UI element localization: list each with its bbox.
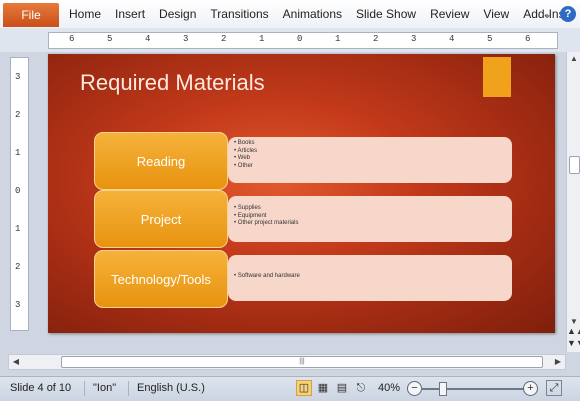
slide-show-icon[interactable]: ⎋ — [353, 380, 369, 396]
category-box-reading[interactable]: Reading — [94, 132, 228, 190]
ruler-number: 2 — [373, 34, 379, 44]
bullet-item: Other project materials — [234, 220, 299, 228]
bullet-panel[interactable]: Supplies Equipment Other project materia… — [228, 196, 512, 242]
slide-canvas[interactable]: Required Materials Books Articles Web Ot… — [48, 54, 555, 333]
tab-transitions[interactable]: Transitions — [203, 0, 275, 28]
ruler-number: 4 — [145, 34, 151, 44]
ruler-number: 5 — [107, 34, 113, 44]
chevron-down-icon[interactable]: ⌄ — [542, 7, 552, 21]
horizontal-ruler-area: 6 5 4 3 2 1 0 1 2 3 4 5 6 — [0, 28, 580, 52]
horizontal-ruler: 6 5 4 3 2 1 0 1 2 3 4 5 6 — [48, 32, 558, 49]
ruler-number: 1 — [335, 34, 341, 44]
zoom-slider-thumb[interactable] — [439, 382, 447, 396]
bullet-list: Supplies Equipment Other project materia… — [234, 205, 299, 228]
bullet-panel[interactable]: Books Articles Web Other — [228, 137, 512, 183]
language-indicator[interactable]: English (U.S.) — [137, 382, 205, 394]
slide-title[interactable]: Required Materials — [80, 70, 265, 96]
bullet-item: Articles — [234, 148, 257, 156]
scroll-right-icon[interactable]: ▶ — [551, 355, 565, 369]
slide-sorter-icon[interactable]: ▦ — [315, 380, 331, 396]
tab-design[interactable]: Design — [152, 0, 203, 28]
ruler-number: 2 — [15, 262, 21, 272]
horizontal-scrollbar[interactable]: ◀ ||| ▶ — [8, 354, 566, 370]
ruler-number: 5 — [487, 34, 493, 44]
fit-to-window-icon[interactable]: ⤢ — [546, 380, 562, 396]
bullet-item: Books — [234, 140, 257, 148]
scroll-up-icon[interactable]: ▲ — [567, 52, 580, 66]
tab-view[interactable]: View — [476, 0, 516, 28]
file-tab[interactable]: File — [3, 3, 59, 27]
category-box-technology[interactable]: Technology/Tools — [94, 250, 228, 308]
ruler-number: 3 — [15, 300, 21, 310]
status-bar: Slide 4 of 10 "Ion" English (U.S.) ◫ ▦ ▤… — [0, 376, 580, 401]
tab-insert[interactable]: Insert — [108, 0, 152, 28]
previous-slide-icon[interactable]: ▲▲ — [567, 326, 580, 336]
bullet-panel[interactable]: Software and hardware — [228, 255, 512, 301]
tab-home[interactable]: Home — [62, 0, 108, 28]
bullet-item: Other — [234, 163, 257, 171]
divider — [128, 381, 129, 396]
zoom-slider-track[interactable] — [421, 388, 525, 390]
normal-view-icon[interactable]: ◫ — [296, 380, 312, 396]
bullet-item: Software and hardware — [234, 273, 300, 281]
scroll-left-icon[interactable]: ◀ — [9, 355, 23, 369]
zoom-in-icon[interactable]: + — [523, 381, 538, 396]
ruler-number: 0 — [297, 34, 303, 44]
category-box-project[interactable]: Project — [94, 190, 228, 248]
scroll-thumb[interactable]: ||| — [61, 356, 543, 368]
ribbon-tabs: Home Insert Design Transitions Animation… — [62, 0, 572, 28]
zoom-level[interactable]: 40% — [378, 382, 400, 394]
slide-editing-area: Required Materials Books Articles Web Ot… — [30, 52, 566, 352]
ruler-number: 6 — [525, 34, 531, 44]
bullet-list: Software and hardware — [234, 273, 300, 281]
reading-view-icon[interactable]: ▤ — [334, 380, 350, 396]
zoom-out-icon[interactable]: − — [407, 381, 422, 396]
divider — [84, 381, 85, 396]
ruler-number: 3 — [15, 72, 21, 82]
ruler-number: 6 — [69, 34, 75, 44]
vertical-scrollbar[interactable]: ▲ ▼ ▲▲ ▼▼ — [566, 52, 580, 352]
ruler-number: 2 — [221, 34, 227, 44]
tab-slide-show[interactable]: Slide Show — [349, 0, 423, 28]
bullet-item: Web — [234, 155, 257, 163]
ruler-number: 1 — [15, 148, 21, 158]
ruler-number: 4 — [449, 34, 455, 44]
slide-counter: Slide 4 of 10 — [10, 382, 72, 394]
help-icon[interactable]: ? — [560, 6, 576, 22]
tab-review[interactable]: Review — [423, 0, 476, 28]
tab-animations[interactable]: Animations — [276, 0, 349, 28]
ribbon-controls: ⌄ ? — [542, 0, 576, 28]
ruler-number: 1 — [15, 224, 21, 234]
ruler-number: 2 — [15, 110, 21, 120]
scroll-thumb[interactable] — [569, 156, 580, 174]
ribbon-tab-bar: File Home Insert Design Transitions Anim… — [0, 0, 580, 29]
ruler-number: 0 — [15, 186, 21, 196]
next-slide-icon[interactable]: ▼▼ — [567, 338, 580, 348]
ruler-number: 3 — [411, 34, 417, 44]
accent-rectangle[interactable] — [483, 57, 511, 97]
bullet-list: Books Articles Web Other — [234, 140, 257, 170]
bullet-item: Equipment — [234, 213, 298, 221]
bullet-item: Supplies — [234, 205, 298, 213]
theme-name[interactable]: "Ion" — [93, 382, 116, 394]
vertical-ruler: 3 2 1 0 1 2 3 — [10, 57, 29, 331]
ruler-number: 1 — [259, 34, 265, 44]
ruler-number: 3 — [183, 34, 189, 44]
